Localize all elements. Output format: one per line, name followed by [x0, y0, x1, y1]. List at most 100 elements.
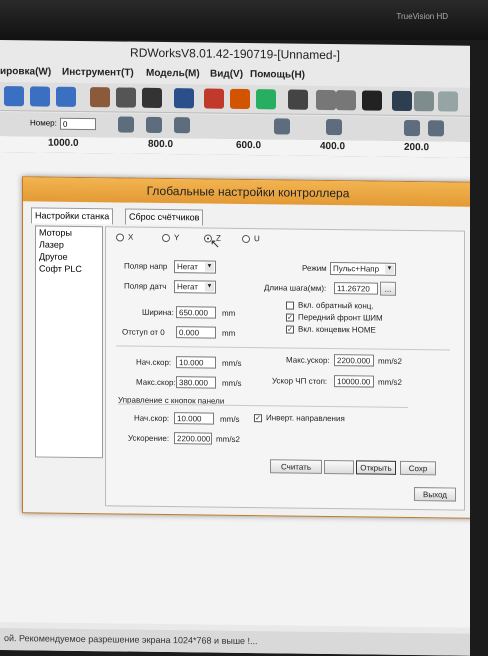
ruler-tick-label: 1000.0 — [48, 137, 79, 149]
select-icon[interactable] — [116, 87, 136, 108]
arrow2-icon[interactable] — [428, 120, 444, 137]
polar-dir-select[interactable]: Негат ▼ — [174, 260, 216, 274]
category-other[interactable]: Другое — [36, 250, 102, 263]
open-button[interactable]: Открыть — [356, 460, 396, 475]
panel-accel-input[interactable]: 2200.000 — [174, 432, 212, 445]
bmp-icon[interactable] — [414, 91, 434, 112]
tab-machine-settings[interactable]: Настройки станка — [31, 207, 114, 225]
tab-reset-counters[interactable]: Сброс счётчиков — [125, 208, 204, 226]
exit-button[interactable]: Выход — [414, 487, 456, 502]
monitor-icon[interactable] — [174, 88, 194, 109]
array-icon[interactable] — [256, 89, 276, 110]
menu-item-help[interactable]: Помощь(H) — [250, 69, 305, 81]
status-text: ой. Рекомендуемое разрешение экрана 1024… — [4, 633, 258, 647]
max-speed-input[interactable]: 380.000 — [176, 376, 216, 389]
screen: RDWorksV8.01.42-190719-[Unnamed-] ировка… — [0, 40, 470, 656]
home-limit-checkbox[interactable]: ✓ — [286, 325, 294, 334]
offset-unit: mm — [222, 328, 236, 338]
reverse-limit-label: Вкл. обратный конц. — [298, 300, 374, 311]
axis-y-radio[interactable] — [162, 233, 170, 243]
polar-sensor-label: Поляр датч — [124, 281, 167, 292]
invert-direction-checkbox[interactable]: ✓ — [254, 414, 262, 423]
offset-label: Отступ от 0 — [122, 327, 165, 338]
polar-dir-value: Негат — [177, 262, 198, 272]
read-button[interactable]: Считать — [270, 459, 322, 474]
save-button[interactable]: Сохр — [400, 460, 436, 476]
axis-u-radio[interactable] — [242, 234, 250, 244]
controller-settings-dialog: Глобальные настройки контроллера Настрой… — [22, 176, 470, 519]
pwm-front-label: Передний фронт ШИМ — [298, 312, 383, 323]
zoom-out-icon[interactable] — [56, 86, 76, 107]
number-input[interactable]: 0 — [60, 117, 96, 131]
max-accel-unit: mm/s2 — [378, 356, 402, 366]
polar-sensor-select[interactable]: Негат ▼ — [174, 280, 216, 294]
write-button[interactable] — [324, 459, 354, 475]
start-speed-unit: mm/s — [222, 358, 242, 368]
max-speed-unit: mm/s — [222, 378, 242, 388]
panel-start-speed-input[interactable]: 10.000 — [174, 412, 214, 425]
width-input[interactable]: 650.000 — [176, 306, 216, 319]
motor-settings-panel: X Y Z U ↖ Поляр напр Негат ▼ Поляр датч … — [105, 226, 465, 511]
mirror-h-icon[interactable] — [118, 116, 134, 133]
menu-item-placement[interactable]: ировка(W) — [0, 66, 51, 78]
step-length-input[interactable]: 11.26720 — [334, 282, 378, 295]
estop-accel-label: Ускор ЧП стоп: — [272, 376, 328, 386]
dialog-title: Глобальные настройки контроллера — [23, 177, 470, 207]
menu-item-view[interactable]: Вид(V) — [210, 69, 243, 80]
ruler-tick-label: 200.0 — [404, 141, 430, 154]
camera-icon[interactable] — [288, 89, 308, 110]
max-accel-input[interactable]: 2200.000 — [334, 354, 374, 367]
text-icon[interactable] — [336, 90, 356, 111]
status-bar: ой. Рекомендуемое разрешение экрана 1024… — [0, 628, 470, 656]
axis-y-label: Y — [174, 233, 180, 243]
pan-icon[interactable] — [90, 87, 110, 108]
estop-accel-input[interactable]: 10000.00 — [334, 375, 374, 388]
mode-value: Пульс+Напр — [333, 264, 380, 274]
axis-u-label: U — [254, 234, 260, 244]
category-laser[interactable]: Лазер — [36, 238, 102, 251]
axis-x-label: X — [128, 232, 134, 242]
rect-icon[interactable] — [438, 91, 458, 112]
curve-icon[interactable] — [392, 90, 412, 112]
panel-accel-label: Ускорение: — [128, 433, 170, 444]
max-speed-label: Макс.скор: — [136, 377, 176, 388]
panel-accel-unit: mm/s2 — [216, 434, 240, 444]
width-unit: mm — [222, 308, 236, 318]
size-icon[interactable] — [326, 118, 342, 136]
arrow-icon[interactable] — [404, 119, 420, 137]
rotate-icon[interactable] — [174, 117, 190, 134]
category-soft-plc[interactable]: Софт PLC — [36, 262, 102, 275]
invert-direction-label: Инверт. направления — [266, 413, 345, 424]
bar-icon[interactable] — [316, 89, 336, 111]
ruler-tick-label: 800.0 — [148, 138, 174, 151]
zoom-icon[interactable] — [4, 86, 24, 107]
panel-start-speed-label: Нач.скор: — [134, 413, 170, 424]
pwm-front-checkbox[interactable]: ✓ — [286, 313, 294, 322]
distribute-icon[interactable] — [274, 118, 290, 135]
ruler-tick-label: 600.0 — [236, 139, 262, 152]
step-length-label: Длина шага(мм): — [264, 283, 327, 293]
mirror-v-icon[interactable] — [146, 116, 162, 133]
monitor-brand: TrueVision HD — [396, 12, 448, 21]
polar-dir-label: Поляр напр — [124, 261, 168, 272]
menu-item-model[interactable]: Модель(M) — [146, 68, 200, 80]
mode-select[interactable]: Пульс+Напр ▼ — [330, 262, 396, 276]
pen-icon[interactable] — [142, 87, 162, 108]
category-motors[interactable]: Моторы — [36, 226, 102, 239]
group-frame — [118, 403, 408, 408]
group-icon[interactable] — [230, 88, 250, 110]
reverse-limit-checkbox[interactable] — [286, 301, 294, 310]
estop-accel-unit: mm/s2 — [378, 377, 402, 387]
ruler-tick-label: 400.0 — [320, 140, 346, 153]
mouse-cursor-icon: ↖ — [210, 236, 221, 251]
align-icon[interactable] — [204, 88, 224, 109]
chevron-down-icon: ▼ — [385, 264, 394, 274]
offset-input[interactable]: 0.000 — [176, 326, 216, 339]
start-speed-input[interactable]: 10.000 — [176, 356, 216, 369]
menu-item-tools[interactable]: Инструмент(T) — [62, 67, 134, 79]
axis-x-radio[interactable] — [116, 233, 124, 242]
start-speed-label: Нач.скор: — [136, 357, 172, 368]
step-length-calc-button[interactable]: ... — [380, 281, 396, 296]
zoom-in-icon[interactable] — [30, 86, 50, 107]
m-icon[interactable] — [362, 90, 382, 111]
